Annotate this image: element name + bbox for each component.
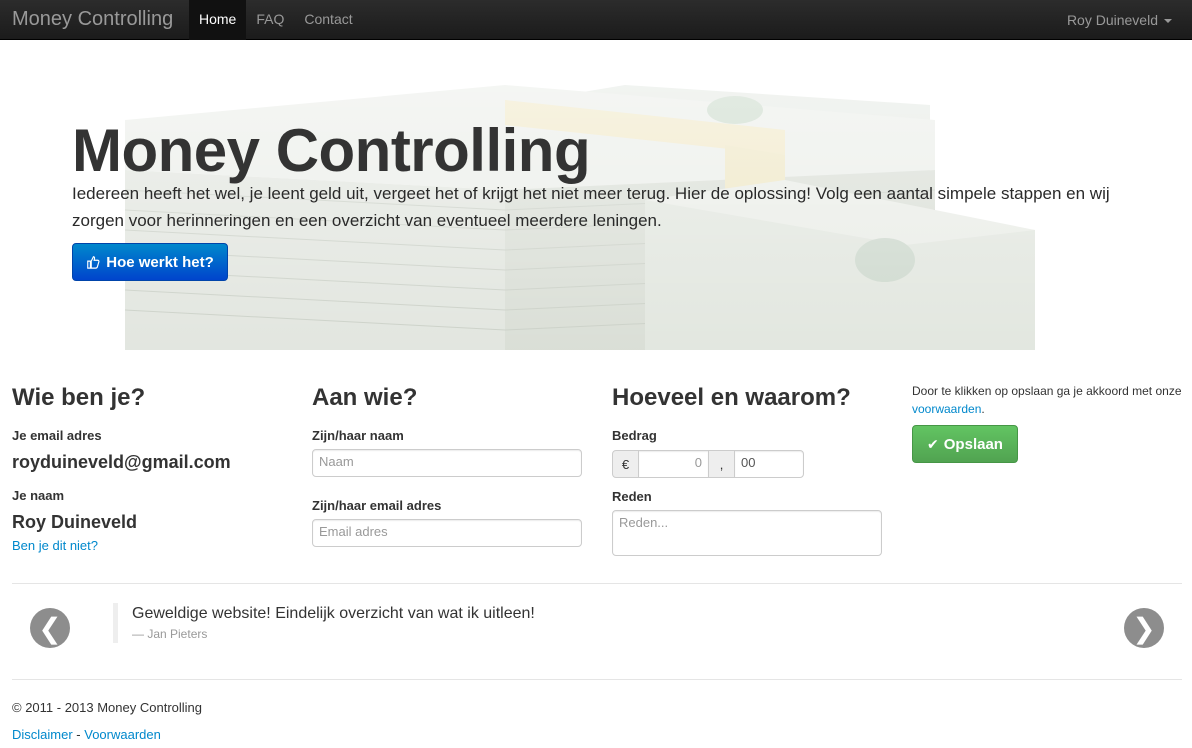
divider-bottom bbox=[12, 679, 1182, 680]
nav-item-contact[interactable]: Contact bbox=[294, 0, 362, 40]
brand-logo[interactable]: Money Controlling bbox=[12, 6, 173, 32]
recipient-name-input[interactable]: Naam bbox=[312, 449, 582, 477]
terms-suffix: . bbox=[981, 402, 985, 416]
footer-links: Disclaimer - Voorwaarden bbox=[12, 727, 161, 742]
save-button[interactable]: ✔ Opslaan bbox=[912, 425, 1018, 463]
decimal-separator-addon: , bbox=[708, 450, 735, 478]
recipient-heading: Aan wie? bbox=[312, 384, 418, 411]
user-name: Roy Duineveld bbox=[1066, 12, 1158, 28]
terms-prefix: Door te klikken op opslaan ga je akkoord… bbox=[912, 384, 1182, 398]
save-label: Opslaan bbox=[943, 435, 1003, 453]
recipient-email-label: Zijn/haar email adres bbox=[312, 498, 442, 513]
footer-separator: - bbox=[72, 727, 85, 742]
hero-text: Iedereen heeft het wel, je leent geld ui… bbox=[72, 184, 1110, 230]
nav-item-faq[interactable]: FAQ bbox=[246, 0, 294, 40]
who-heading: Wie ben je? bbox=[12, 384, 146, 411]
terms-notice: Door te klikken op opslaan ga je akkoord… bbox=[912, 382, 1182, 418]
hero-title: Money Controlling bbox=[72, 117, 591, 184]
thumbs-up-icon bbox=[87, 256, 100, 269]
currency-addon: € bbox=[612, 450, 639, 478]
recipient-email-input[interactable]: Email adres bbox=[312, 519, 582, 547]
main-nav: Home FAQ Contact bbox=[189, 0, 363, 40]
recipient-section: Aan wie? bbox=[312, 380, 417, 416]
testimonial-quote: Geweldige website! Eindelijk overzicht v… bbox=[113, 603, 535, 643]
terms-link[interactable]: voorwaarden bbox=[912, 402, 981, 416]
testimonial-text: Geweldige website! Eindelijk overzicht v… bbox=[132, 605, 535, 622]
disclaimer-link[interactable]: Disclaimer bbox=[12, 727, 73, 742]
how-it-works-button[interactable]: Hoe werkt het? bbox=[72, 243, 228, 281]
hero: Money Controlling Iedereen heeft het wel… bbox=[0, 40, 1192, 350]
my-email-value: royduineveld@gmail.com bbox=[12, 452, 231, 472]
carousel-prev-button[interactable]: ❮ bbox=[30, 608, 70, 648]
check-icon: ✔ bbox=[927, 435, 939, 452]
amount-section: Hoeveel en waarom? bbox=[612, 380, 851, 416]
nav-item-home[interactable]: Home bbox=[189, 0, 247, 40]
amount-cents-input[interactable]: 00 bbox=[734, 450, 804, 478]
my-email-label: Je email adres bbox=[12, 428, 102, 443]
divider-top bbox=[12, 583, 1182, 584]
navbar: Money Controlling Home FAQ Contact Roy D… bbox=[0, 0, 1192, 40]
amount-label: Bedrag bbox=[612, 428, 657, 443]
user-menu[interactable]: Roy Duineveld bbox=[1067, 0, 1172, 40]
testimonial-author: — Jan Pieters bbox=[132, 627, 208, 641]
recipient-name-label: Zijn/haar naam bbox=[312, 428, 404, 443]
my-name-value: Roy Duineveld bbox=[12, 512, 138, 532]
reason-label: Reden bbox=[612, 489, 652, 504]
reason-textarea[interactable]: Reden... bbox=[612, 510, 882, 556]
caret-down-icon bbox=[1164, 19, 1172, 23]
terms-footer-link[interactable]: Voorwaarden bbox=[84, 727, 161, 742]
who-section: Wie ben je? bbox=[12, 380, 145, 416]
my-name-label: Je naam bbox=[12, 488, 65, 503]
footer-copyright: © 2011 - 2013 Money Controlling bbox=[12, 700, 203, 715]
amount-whole-input[interactable]: 0 bbox=[638, 450, 709, 478]
amount-heading: Hoeveel en waarom? bbox=[612, 384, 851, 411]
how-it-works-label: Hoe werkt het? bbox=[106, 253, 214, 271]
carousel-next-button[interactable]: ❯ bbox=[1124, 608, 1164, 648]
not-you-link[interactable]: Ben je dit niet? bbox=[12, 538, 98, 553]
